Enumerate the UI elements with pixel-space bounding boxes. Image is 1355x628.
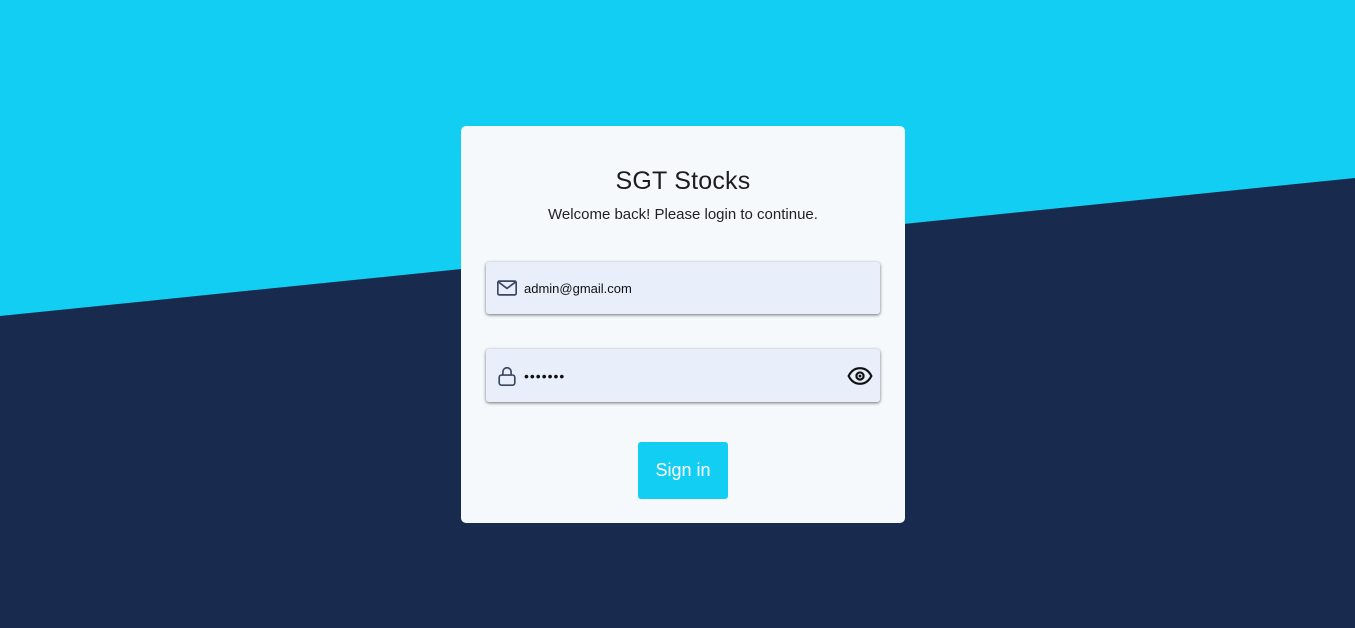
app-title: SGT Stocks (615, 167, 751, 195)
email-input[interactable] (524, 262, 844, 314)
eye-icon[interactable] (847, 363, 873, 389)
login-subtitle: Welcome back! Please login to continue. (548, 206, 818, 223)
sign-in-button[interactable]: Sign in (638, 442, 728, 499)
login-card: SGT Stocks Welcome back! Please login to… (461, 126, 905, 523)
password-input[interactable] (524, 349, 844, 402)
email-field[interactable] (486, 262, 880, 314)
lock-icon (498, 366, 516, 386)
password-field[interactable] (486, 349, 880, 402)
mail-icon (497, 280, 517, 296)
